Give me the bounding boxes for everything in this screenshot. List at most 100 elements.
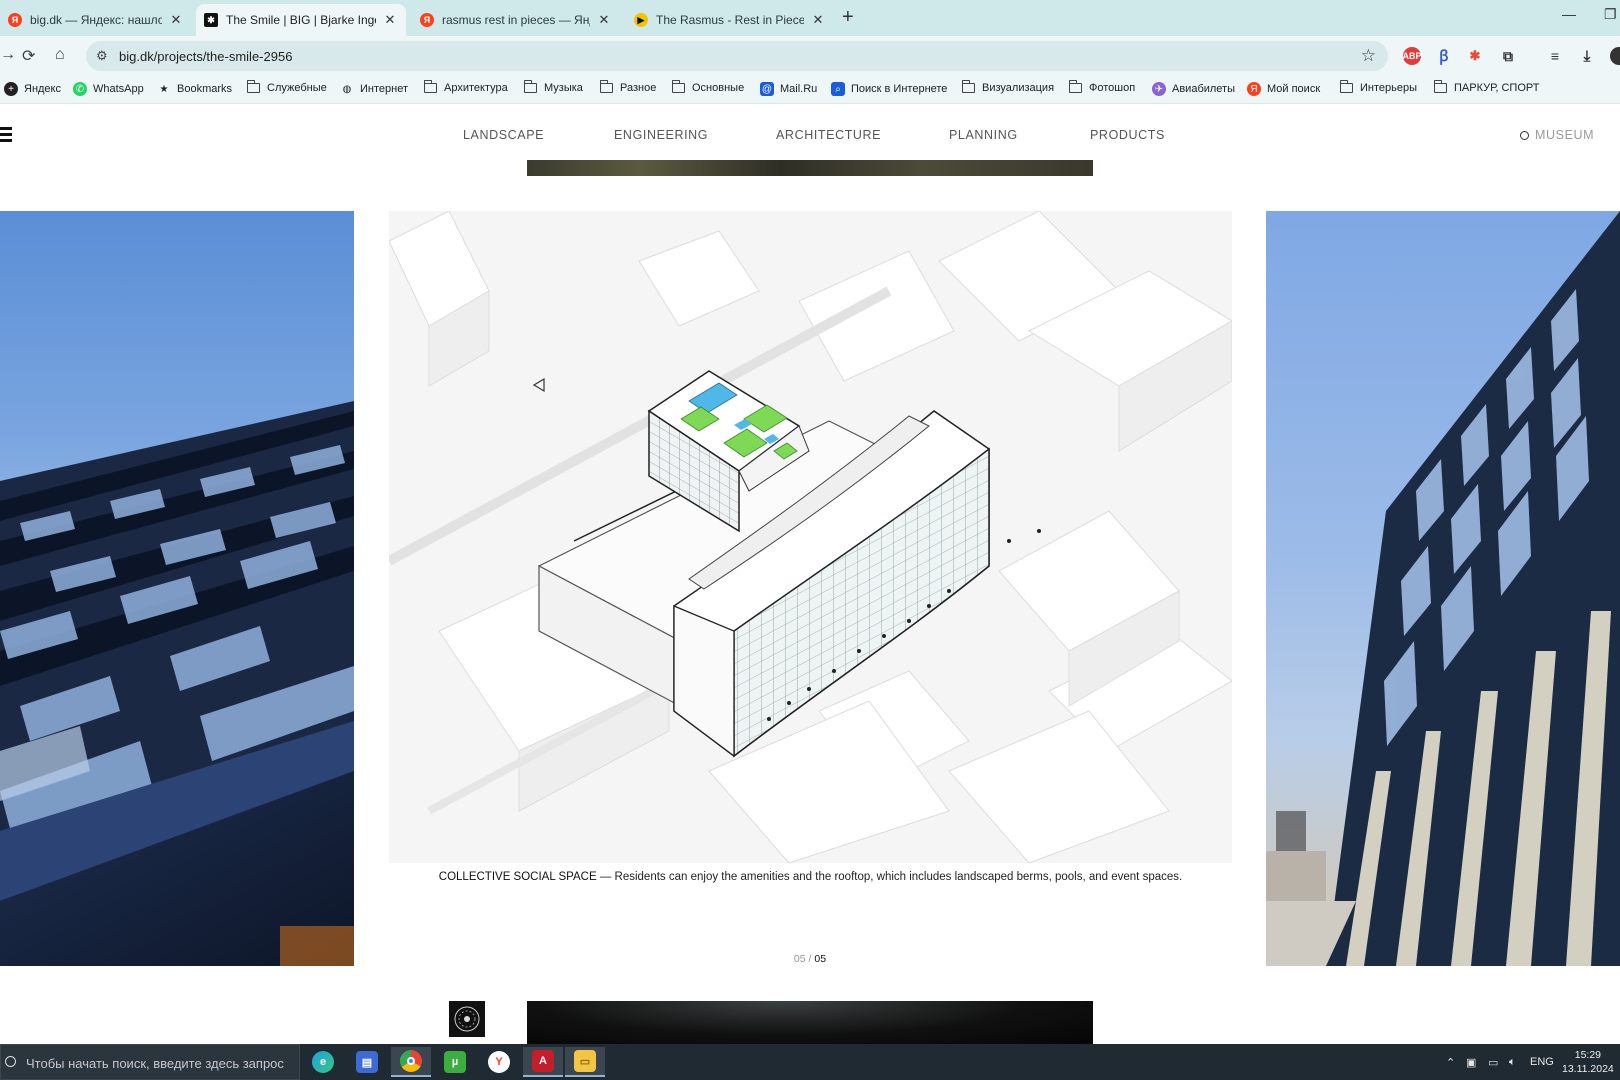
tab-yandex-search[interactable]: Я big.dk — Яндекс: нашлось 15 т ✕	[0, 4, 192, 36]
bookmark-aviabilety[interactable]: ✈ Авиабилеты	[1152, 82, 1235, 96]
taskbar-search-box[interactable]: Чтобы начать поиск, введите здесь запрос	[0, 1044, 300, 1080]
taskbar-explorer[interactable]: ▭	[565, 1047, 605, 1077]
building-axonometric-drawing	[389, 211, 1232, 863]
search-icon	[1520, 131, 1529, 140]
system-clock[interactable]: 15:29 13.11.2024	[1562, 1048, 1614, 1076]
bookmark-whatsapp[interactable]: ✆ WhatsApp	[73, 82, 144, 96]
minimize-button[interactable]: —	[1562, 6, 1576, 22]
bookmark-folder-interery[interactable]: Интерьеры	[1339, 80, 1417, 94]
bookmark-folder-arkhitektura[interactable]: Архитектура	[423, 80, 508, 94]
taskbar-edge[interactable]: e	[303, 1047, 343, 1077]
network-status-icon[interactable]: ▣	[1466, 1056, 1476, 1069]
folder-icon	[523, 80, 537, 93]
bookmark-folder-fotoshop[interactable]: Фотошоп	[1068, 80, 1135, 94]
bookmark-mailru[interactable]: @ Mail.Ru	[760, 82, 817, 96]
folder-icon: ▭	[574, 1050, 596, 1072]
yandex-icon: Я	[420, 13, 434, 27]
site-header: LANDSCAPE ENGINEERING ARCHITECTURE PLANN…	[0, 105, 1620, 160]
folder-icon	[1433, 80, 1447, 93]
language-indicator[interactable]: ENG	[1530, 1056, 1554, 1068]
taskbar-torrent[interactable]: µ	[435, 1047, 475, 1077]
previous-slide-image-strip	[527, 160, 1093, 176]
bookmark-folder-parkur[interactable]: ПАРКУР, СПОРТ	[1433, 80, 1539, 94]
chrome-icon	[400, 1050, 422, 1072]
folder-icon	[1068, 80, 1082, 93]
bookmark-folder-raznoe[interactable]: Разное	[599, 80, 656, 94]
caption-text: — Residents can enjoy the amenities and …	[596, 871, 1183, 883]
facade-closeup-image	[0, 401, 354, 966]
folder-icon	[1339, 80, 1353, 93]
caption-heading: COLLECTIVE SOCIAL SPACE	[438, 871, 597, 883]
download-icon[interactable]: ⤓	[1578, 47, 1596, 65]
media-control-icon[interactable]: ≡	[1546, 47, 1564, 65]
maximize-button[interactable]: ❐	[1604, 6, 1617, 23]
close-icon[interactable]: ✕	[168, 12, 184, 28]
display-icon[interactable]: ▭	[1488, 1056, 1498, 1069]
script-extension-icon[interactable]: ꞵ	[1435, 47, 1453, 65]
taskbar-yandex-browser[interactable]: Y	[479, 1047, 519, 1077]
show-hidden-icons[interactable]: ⌃	[1446, 1056, 1455, 1069]
browser-toolbar: → ⟳ ⌂ ⚙ big.dk/projects/the-smile-2956 ☆…	[0, 36, 1620, 76]
tab-rasmus-search[interactable]: Я rasmus rest in pieces — Яндекс ✕	[412, 4, 620, 36]
profile-avatar[interactable]	[1610, 47, 1620, 65]
color-extension-icon[interactable]: ✱	[1466, 47, 1484, 65]
folder-icon	[246, 80, 260, 93]
folder-icon	[423, 80, 437, 93]
gallery-photo-right[interactable]	[1266, 211, 1620, 966]
bookmark-folder-osnovnye[interactable]: Основные	[671, 80, 744, 94]
site-info-icon[interactable]: ⚙	[96, 48, 108, 64]
bookmark-folder-muzyka[interactable]: Музыка	[523, 80, 583, 94]
globe-icon: ◍	[342, 83, 352, 95]
nav-landscape[interactable]: LANDSCAPE	[463, 128, 544, 142]
yandex-browser-icon: Y	[488, 1051, 510, 1073]
bookmark-poisk[interactable]: ⌕ Поиск в Интернете	[831, 82, 947, 96]
close-icon[interactable]: ✕	[382, 12, 398, 28]
big-logo-icon: ✱	[204, 13, 218, 27]
audio-player-logo[interactable]	[449, 1001, 485, 1037]
star-icon: ★	[159, 83, 169, 95]
taskbar-autocad[interactable]: A	[523, 1047, 563, 1077]
volume-icon[interactable]: 🔈︎	[1509, 1056, 1516, 1069]
axonometric-diagram[interactable]	[389, 211, 1232, 863]
back-button[interactable]: →	[0, 46, 16, 64]
nav-planning[interactable]: PLANNING	[949, 128, 1018, 142]
bookmark-folder-sluzhebnye[interactable]: Служебные	[246, 80, 327, 94]
reload-button[interactable]: ⟳	[22, 46, 35, 66]
extensions-puzzle-icon[interactable]: ⧉	[1499, 47, 1517, 65]
folder-icon	[671, 80, 685, 93]
taskbar-chrome[interactable]	[391, 1047, 431, 1077]
record-icon	[454, 1006, 480, 1032]
bookmark-bookmarks[interactable]: ★ Bookmarks	[157, 82, 233, 96]
plus-circle-icon: +	[4, 82, 18, 96]
nav-engineering[interactable]: ENGINEERING	[614, 128, 708, 142]
menu-icon[interactable]	[0, 127, 12, 142]
address-bar[interactable]: ⚙ big.dk/projects/the-smile-2956 ☆	[86, 41, 1388, 71]
floppy-disk-icon: ▤	[356, 1051, 378, 1073]
close-icon[interactable]: ✕	[596, 12, 612, 28]
bookmark-moy-poisk[interactable]: Я Мой поиск	[1247, 82, 1320, 96]
taskbar-save-app[interactable]: ▤	[347, 1047, 387, 1077]
adblock-plus-icon[interactable]: ABP	[1403, 47, 1422, 65]
tab-rasmus-video[interactable]: ▶ The Rasmus - Rest in Pieces (Ly ✕	[626, 4, 834, 36]
next-section-image	[527, 1001, 1093, 1044]
youtube-play-icon: ▶	[634, 13, 648, 27]
nav-museum[interactable]: MUSEUM	[1520, 128, 1594, 142]
slide-caption: COLLECTIVE SOCIAL SPACE — Residents can …	[389, 871, 1232, 883]
yandex-icon: Я	[1247, 82, 1261, 96]
bookmark-folder-vizualizatsiya[interactable]: Визуализация	[961, 80, 1054, 94]
new-tab-button[interactable]: +	[842, 6, 854, 29]
windows-taskbar: Чтобы начать поиск, введите здесь запрос…	[0, 1044, 1620, 1080]
close-icon[interactable]: ✕	[810, 12, 826, 28]
search-icon	[5, 1056, 16, 1067]
gallery-photo-left[interactable]	[0, 211, 354, 966]
plane-icon: ✈	[1152, 82, 1166, 96]
nav-architecture[interactable]: ARCHITECTURE	[776, 128, 881, 142]
nav-products[interactable]: PRODUCTS	[1090, 128, 1165, 142]
tab-the-smile[interactable]: ✱ The Smile | BIG | Bjarke Ingels G ✕	[196, 4, 406, 36]
bookmark-internet[interactable]: ◍ Интернет	[340, 82, 408, 96]
bookmark-star-icon[interactable]: ☆	[1361, 46, 1376, 66]
mailru-icon: @	[760, 82, 774, 96]
search-icon: ⌕	[831, 82, 845, 96]
home-button[interactable]: ⌂	[55, 46, 65, 64]
bookmark-yandex[interactable]: + Яндекс	[4, 82, 61, 96]
